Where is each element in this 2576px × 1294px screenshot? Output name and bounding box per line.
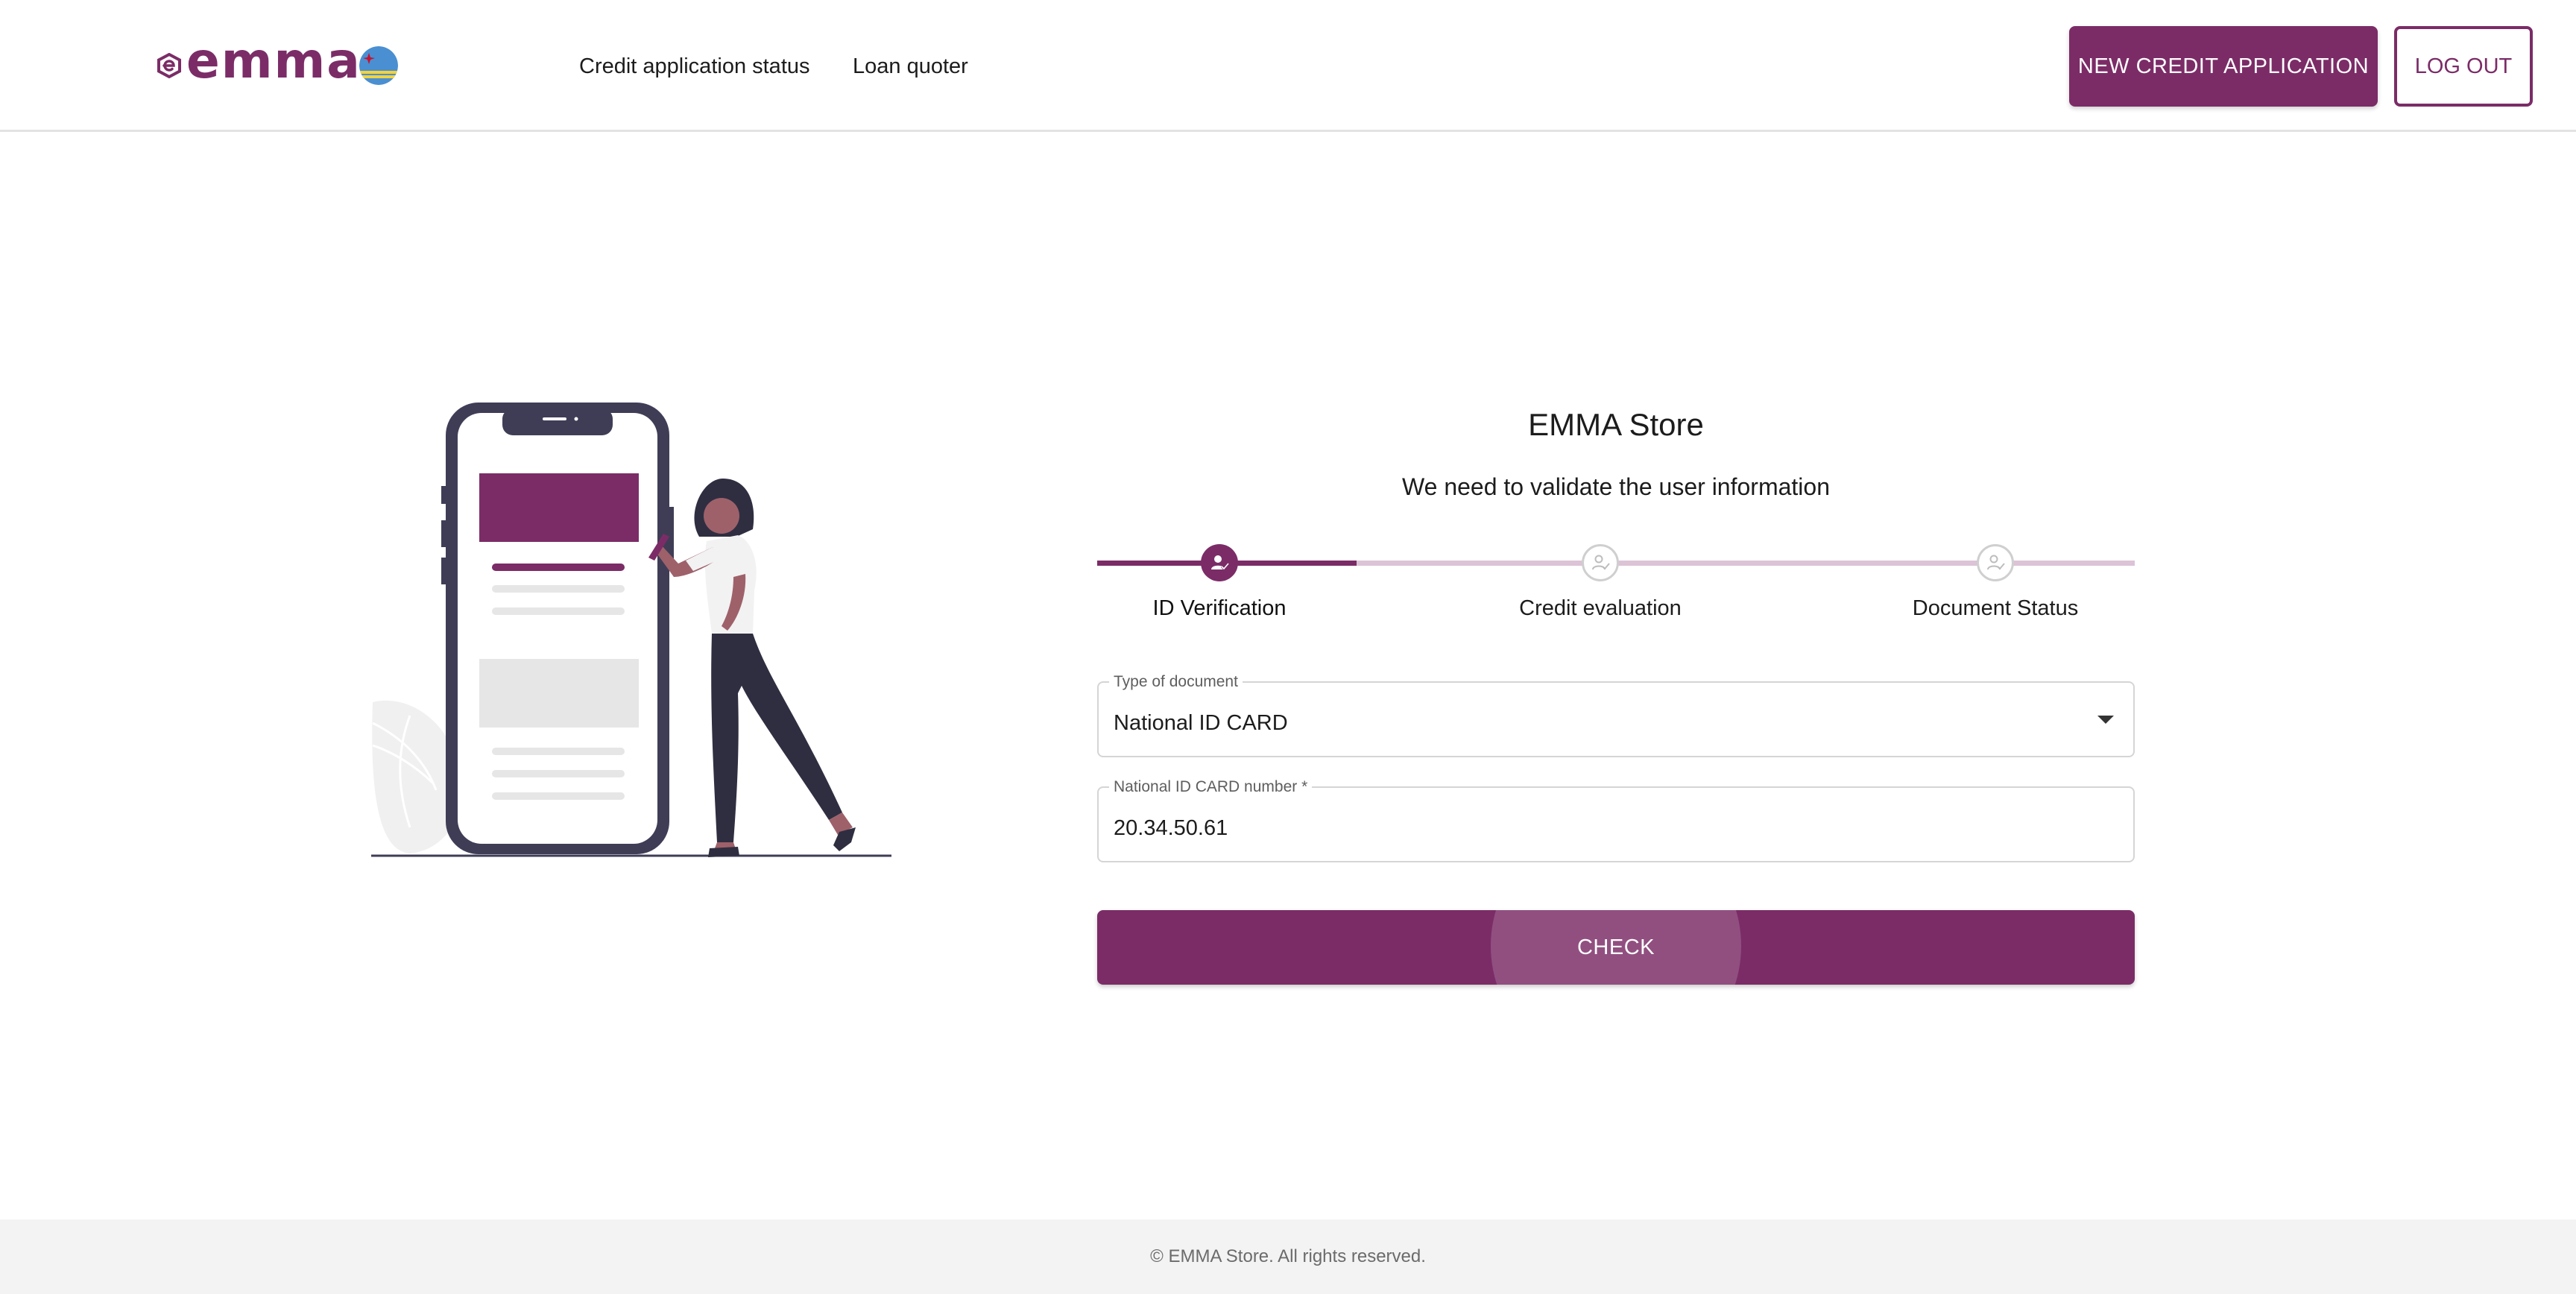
emma-logo-icon bbox=[157, 53, 181, 78]
step-credit-evaluation-label: Credit evaluation bbox=[1519, 596, 1682, 620]
id-number-label: National ID CARD number * bbox=[1109, 777, 1313, 797]
nav-credit-application-status[interactable]: Credit application status bbox=[579, 52, 810, 81]
footer: © EMMA Store. All rights reserved. bbox=[0, 1219, 2576, 1294]
chevron-down-icon[interactable] bbox=[2097, 716, 2114, 724]
document-type-value: National ID CARD bbox=[1114, 711, 1288, 735]
user-check-icon bbox=[1211, 555, 1229, 571]
aruba-flag-icon bbox=[359, 46, 398, 85]
store-title: EMMA Store bbox=[1528, 407, 1704, 442]
id-number-input[interactable]: 20.34.50.61 bbox=[1114, 815, 1228, 842]
user-check-icon bbox=[1987, 555, 2005, 570]
woman-with-phone-illustration bbox=[371, 403, 891, 857]
step-credit-evaluation-icon[interactable] bbox=[1582, 544, 1619, 581]
step-id-verification-label: ID Verification bbox=[1152, 596, 1287, 620]
document-type-label: Type of document bbox=[1109, 672, 1243, 692]
validation-subtitle: We need to validate the user information bbox=[1402, 473, 1830, 500]
user-check-icon bbox=[1592, 555, 1610, 570]
step-document-status-icon[interactable] bbox=[1977, 544, 2014, 581]
top-app-bar: emma Credit application status Loan quot… bbox=[0, 0, 2576, 132]
copyright-text: © EMMA Store. All rights reserved. bbox=[1150, 1246, 1426, 1266]
emma-logo[interactable]: emma bbox=[157, 37, 362, 86]
logout-button[interactable]: LOG OUT bbox=[2394, 26, 2533, 107]
progress-stepper: ID Verification Credit evaluation Docume… bbox=[1097, 540, 2135, 629]
document-type-select[interactable]: Type of document National ID CARD bbox=[1097, 672, 2135, 757]
id-number-field[interactable]: National ID CARD number * 20.34.50.61 bbox=[1097, 777, 2135, 862]
check-button-label: CHECK bbox=[1576, 935, 1655, 959]
logo-wordmark: emma bbox=[186, 32, 362, 89]
step-id-verification-icon[interactable] bbox=[1201, 544, 1238, 581]
new-credit-application-button[interactable]: NEW CREDIT APPLICATION bbox=[2069, 26, 2378, 107]
check-button[interactable]: CHECK bbox=[1097, 910, 2135, 985]
step-document-status-label: Document Status bbox=[1912, 596, 2079, 620]
nav-loan-quoter[interactable]: Loan quoter bbox=[853, 52, 968, 81]
